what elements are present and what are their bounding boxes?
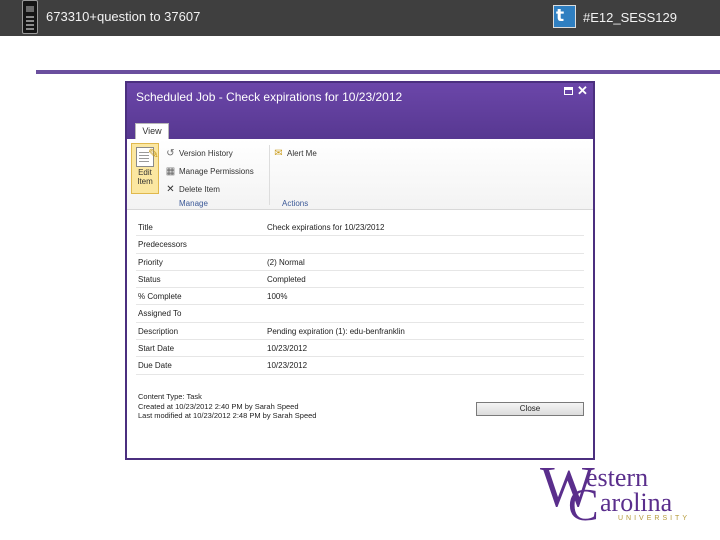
delete-item-button[interactable]: ✕ Delete Item: [165, 183, 220, 195]
western-carolina-logo: W estern C arolina UNIVERSITY: [540, 458, 691, 530]
field-row: Priority (2) Normal: [136, 254, 584, 271]
question-text: 673310+question to 37607: [46, 9, 201, 24]
logo-word-university: UNIVERSITY: [618, 515, 691, 522]
field-label: % Complete: [138, 292, 182, 302]
ribbon-group-separator: [269, 145, 270, 205]
phone-icon: [22, 0, 38, 34]
ribbon: ✎ Edit Item ↺ Version History ▦ Manage P…: [127, 139, 593, 210]
close-button[interactable]: Close: [476, 402, 584, 416]
field-label: Predecessors: [138, 240, 187, 250]
tab-view[interactable]: View: [135, 123, 169, 140]
field-label: Title: [138, 223, 153, 232]
version-history-label: Version History: [179, 148, 233, 158]
field-label: Assigned To: [138, 309, 182, 319]
edit-item-button[interactable]: ✎ Edit Item: [131, 143, 159, 194]
field-row: Due Date 10/23/2012: [136, 357, 584, 375]
alert-me-label: Alert Me: [287, 148, 317, 158]
field-label: Due Date: [138, 361, 172, 371]
scheduled-job-dialog: Scheduled Job - Check expirations for 10…: [125, 81, 595, 460]
close-icon[interactable]: ✕: [577, 83, 588, 99]
field-value: 10/23/2012: [267, 344, 308, 354]
top-bar: 673310+question to 37607 t #E12_SESS129: [0, 0, 720, 36]
field-row: Status Completed: [136, 271, 584, 289]
version-history-icon: ↺: [166, 147, 175, 159]
field-row: Predecessors: [136, 236, 584, 254]
field-label: Priority: [138, 257, 163, 267]
field-label: Status: [138, 274, 161, 284]
version-history-button[interactable]: ↺ Version History: [165, 147, 233, 159]
field-row: Start Date 10/23/2012: [136, 340, 584, 358]
manage-permissions-button[interactable]: ▦ Manage Permissions: [165, 165, 254, 177]
manage-permissions-icon: ▦: [165, 165, 176, 177]
content-type-text: Content Type: Task: [138, 392, 202, 401]
logo-word-carolina: arolina: [600, 488, 673, 517]
field-value: Completed: [267, 274, 306, 284]
field-value: 10/23/2012: [267, 361, 308, 371]
field-row: Description Pending expiration (1): edu-…: [136, 323, 584, 341]
created-text: Created at 10/23/2012 2:40 PM by Sarah S…: [138, 401, 299, 411]
divider-line: [36, 70, 720, 74]
hashtag-text: #E12_SESS129: [583, 10, 677, 25]
dialog-header: Scheduled Job - Check expirations for 10…: [127, 83, 593, 140]
field-list: Title Check expirations for 10/23/2012 P…: [136, 219, 584, 375]
field-value: Check expirations for 10/23/2012: [267, 223, 385, 232]
edit-item-label: Edit Item: [137, 168, 153, 186]
item-footer: Content Type: Task Created at 10/23/2012…: [138, 392, 316, 421]
field-row: % Complete 100%: [136, 288, 584, 306]
delete-icon: ✕: [166, 183, 175, 195]
field-row: Title Check expirations for 10/23/2012: [136, 219, 584, 237]
logo-letter-c: C: [568, 479, 599, 530]
dialog-title: Scheduled Job - Check expirations for 10…: [136, 90, 403, 104]
modified-text: Last modified at 10/23/2012 2:48 PM by S…: [138, 411, 317, 420]
field-label: Description: [138, 326, 179, 336]
field-value: 100%: [267, 292, 288, 302]
twitter-icon: t: [553, 5, 576, 28]
alert-icon: ✉: [274, 147, 283, 159]
maximize-icon[interactable]: [564, 87, 573, 95]
alert-me-button[interactable]: ✉ Alert Me: [273, 147, 317, 159]
delete-item-label: Delete Item: [179, 184, 220, 194]
group-manage-label: Manage: [179, 199, 208, 208]
group-actions-label: Actions: [282, 199, 309, 208]
field-row: Assigned To: [136, 305, 584, 323]
field-value: (2) Normal: [267, 257, 305, 267]
field-value: Pending expiration (1): edu-benfranklin: [267, 326, 405, 336]
field-label: Start Date: [138, 344, 175, 354]
pencil-icon: ✎: [148, 146, 159, 161]
manage-permissions-label: Manage Permissions: [179, 166, 254, 176]
